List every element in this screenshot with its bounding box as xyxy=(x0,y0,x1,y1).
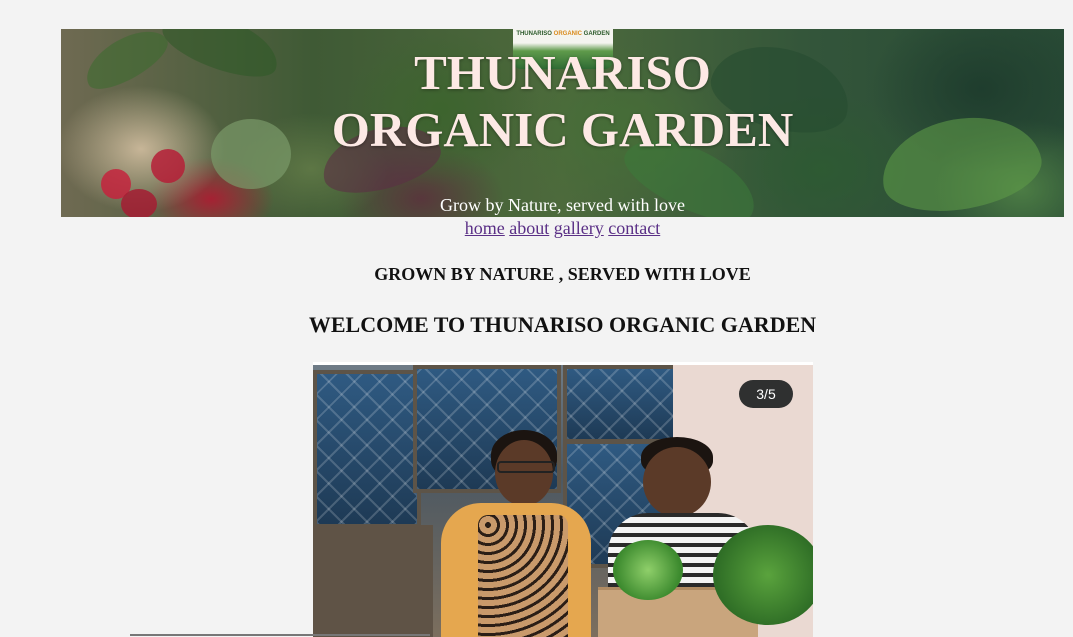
site-title-line1: THUNARISO xyxy=(414,45,711,100)
tagline: Grow by Nature, served with love xyxy=(440,195,685,215)
subheading: GROWN BY NATURE , SERVED WITH LOVE xyxy=(374,264,751,284)
slide-counter-badge: 3/5 xyxy=(739,380,793,408)
nav-link-gallery[interactable]: gallery xyxy=(554,218,604,238)
nav-link-contact[interactable]: contact xyxy=(608,218,660,238)
nav-link-about[interactable]: about xyxy=(509,218,549,238)
site-title-line2: ORGANIC GARDEN xyxy=(331,102,794,157)
welcome-heading: WELCOME TO THUNARISO ORGANIC GARDEN xyxy=(308,312,817,337)
site-title: THUNARISO ORGANIC GARDEN xyxy=(61,44,1064,158)
slideshow-photo[interactable]: 3/5 xyxy=(313,362,813,637)
main-nav: home about gallery contact xyxy=(0,217,1073,239)
nav-link-home[interactable]: home xyxy=(465,218,505,238)
divider xyxy=(130,634,430,636)
page: THUNARISO ORGANIC GARDEN THUNARISO ORGAN… xyxy=(0,0,1073,637)
logo-text: THUNARISO ORGANIC GARDEN xyxy=(516,31,610,37)
